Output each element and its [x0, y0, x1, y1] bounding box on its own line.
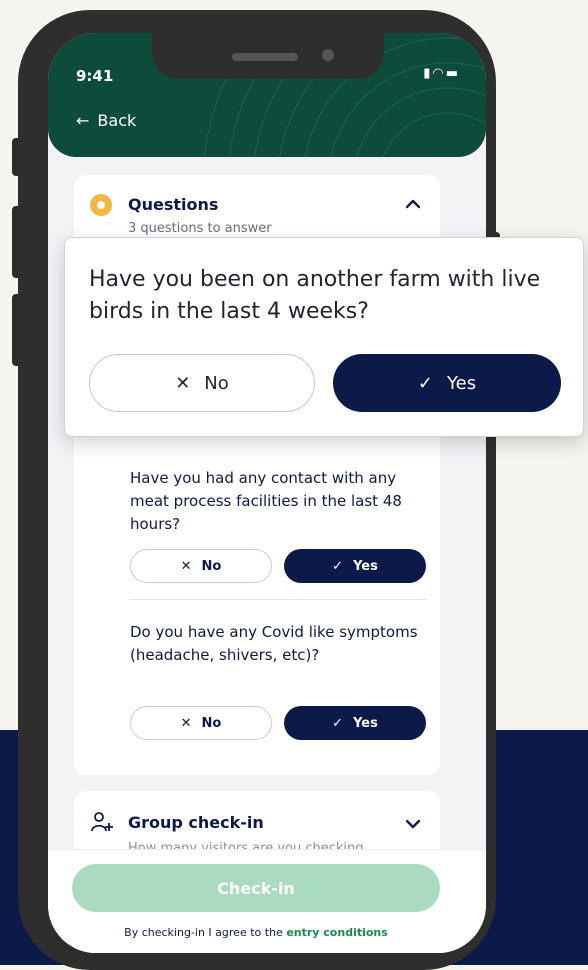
back-label: Back	[97, 111, 137, 130]
terms-prefix: By checking-in I agree to the	[124, 926, 283, 939]
question-text-2: Do you have any Covid like symptoms (hea…	[130, 623, 418, 664]
close-icon: ✕	[175, 372, 191, 394]
chevron-down-icon[interactable]	[406, 819, 420, 829]
yes-label: Yes	[353, 715, 378, 731]
phone-frame: 9:41 ▮◠▬ ← Back Questions 3 questions to …	[18, 10, 496, 970]
question-text-1: Have you had any contact with any meat p…	[130, 469, 402, 533]
question-1-yes-button[interactable]: ✓ Yes	[284, 549, 426, 583]
phone-camera	[322, 49, 334, 61]
bottom-bar: Check-in By checking-in I agree to the e…	[48, 849, 486, 953]
group-add-icon	[90, 811, 114, 837]
questions-title: Questions	[128, 195, 219, 214]
question-2-yes-button[interactable]: ✓ Yes	[284, 706, 426, 740]
close-icon: ✕	[180, 715, 192, 731]
status-time: 9:41	[76, 67, 114, 85]
group-checkin-title: Group check-in	[128, 813, 264, 832]
yes-label: Yes	[353, 558, 378, 574]
status-icons: ▮◠▬	[423, 66, 460, 81]
no-label: No	[201, 558, 222, 574]
no-label: No	[201, 715, 222, 731]
terms-text: By checking-in I agree to the entry cond…	[48, 926, 464, 939]
question-divider	[130, 599, 426, 600]
popup-yes-button[interactable]: ✓ Yes	[333, 354, 561, 412]
question-2-no-button[interactable]: ✕ No	[130, 706, 272, 740]
popup-question-text: Have you been on another farm with live …	[89, 267, 541, 324]
check-icon: ✓	[332, 558, 344, 574]
battery-icon: ▬	[445, 66, 460, 81]
popup-no-button[interactable]: ✕ No	[89, 354, 315, 412]
entry-conditions-link[interactable]: entry conditions	[286, 926, 388, 939]
phone-notch	[152, 33, 384, 79]
check-icon: ✓	[332, 715, 344, 731]
arrow-left-icon: ←	[76, 111, 90, 130]
wifi-icon: ◠	[432, 66, 446, 81]
back-button[interactable]: ← Back	[76, 111, 136, 130]
phone-screen: 9:41 ▮◠▬ ← Back Questions 3 questions to …	[48, 33, 486, 953]
no-label: No	[204, 372, 229, 394]
phone-speaker	[232, 53, 298, 61]
questions-status-icon	[90, 194, 112, 216]
signal-icon: ▮	[423, 66, 433, 81]
close-icon: ✕	[180, 558, 192, 574]
question-1-no-button[interactable]: ✕ No	[130, 549, 272, 583]
question-popup: Have you been on another farm with live …	[64, 237, 584, 437]
checkin-button[interactable]: Check-in	[72, 864, 440, 912]
chevron-up-icon[interactable]	[406, 199, 420, 209]
check-icon: ✓	[417, 372, 434, 394]
yes-label: Yes	[447, 372, 477, 394]
questions-subtitle: 3 questions to answer	[128, 221, 272, 236]
